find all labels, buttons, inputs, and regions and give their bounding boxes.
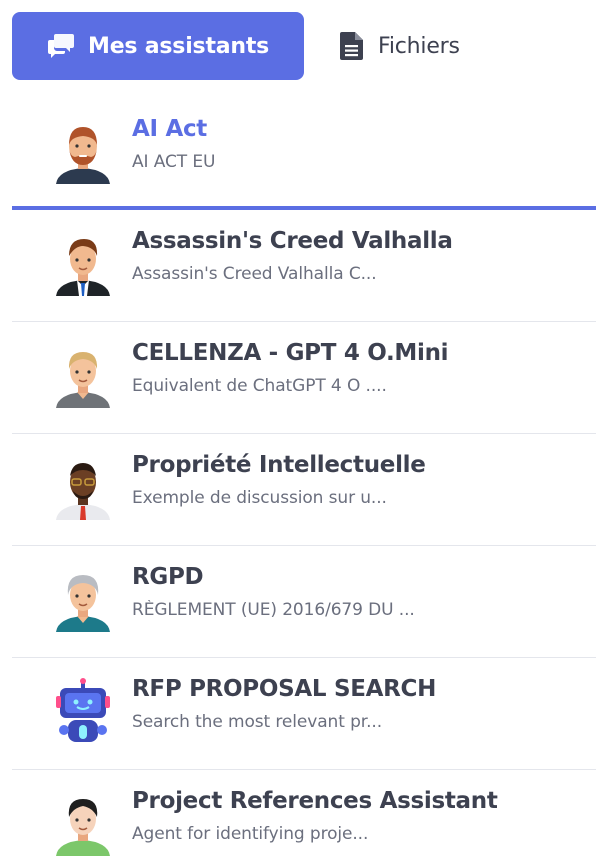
avatar-grey-haired-man-icon: [50, 566, 116, 632]
assistant-title: Project References Assistant: [132, 788, 498, 814]
assistant-title: Propriété Intellectuelle: [132, 452, 426, 478]
chat-bubbles-icon: [46, 31, 76, 61]
assistant-subtitle: Assassin's Creed Valhalla C...: [132, 264, 377, 284]
assistant-subtitle: Search the most relevant pr...: [132, 712, 383, 732]
tab-fichiers-label: Fichiers: [378, 33, 460, 59]
avatar-man-glasses-icon: [50, 454, 116, 520]
avatar-businessman-icon: [50, 230, 116, 296]
assistant-item-project-references[interactable]: Project References Assistant Agent for i…: [12, 770, 596, 861]
assistant-item-propriete-intellectuelle[interactable]: Propriété Intellectuelle Exemple de disc…: [12, 434, 596, 546]
avatar-blond-man-icon: [50, 342, 116, 408]
assistant-subtitle: Agent for identifying proje...: [132, 824, 369, 844]
assistant-title: RGPD: [132, 564, 204, 590]
assistant-title: RFP PROPOSAL SEARCH: [132, 676, 437, 702]
assistant-title: CELLENZA - GPT 4 O.Mini: [132, 340, 449, 366]
tab-mes-assistants-label: Mes assistants: [88, 33, 270, 59]
document-icon: [340, 31, 364, 61]
assistant-item-cellenza[interactable]: CELLENZA - GPT 4 O.Mini Equivalent de Ch…: [12, 322, 596, 434]
assistant-subtitle: AI ACT EU: [132, 152, 216, 172]
assistant-title: Assassin's Creed Valhalla: [132, 228, 453, 254]
assistant-item-ai-act[interactable]: AI Act AI ACT EU: [12, 100, 596, 210]
assistant-list: AI Act AI ACT EU Assassin's Creed Valhal…: [12, 100, 596, 861]
assistant-item-assassins-creed[interactable]: Assassin's Creed Valhalla Assassin's Cre…: [12, 210, 596, 322]
avatar-young-man-icon: [50, 790, 116, 856]
tab-mes-assistants[interactable]: Mes assistants: [12, 12, 304, 80]
tab-bar: Mes assistants Fichiers: [12, 12, 596, 80]
assistant-title: AI Act: [132, 116, 207, 142]
assistant-subtitle: Exemple de discussion sur u...: [132, 488, 387, 508]
assistant-subtitle: Equivalent de ChatGPT 4 O ....: [132, 376, 387, 396]
assistant-subtitle: RÈGLEMENT (UE) 2016/679 DU ...: [132, 600, 415, 620]
avatar-bearded-man-icon: [50, 118, 116, 184]
assistants-panel: Mes assistants Fichiers AI Act AI ACT EU…: [0, 0, 608, 861]
robot-icon: [50, 678, 116, 744]
tab-fichiers[interactable]: Fichiers: [304, 12, 596, 80]
assistant-item-rfp-proposal-search[interactable]: RFP PROPOSAL SEARCH Search the most rele…: [12, 658, 596, 770]
assistant-item-rgpd[interactable]: RGPD RÈGLEMENT (UE) 2016/679 DU ...: [12, 546, 596, 658]
